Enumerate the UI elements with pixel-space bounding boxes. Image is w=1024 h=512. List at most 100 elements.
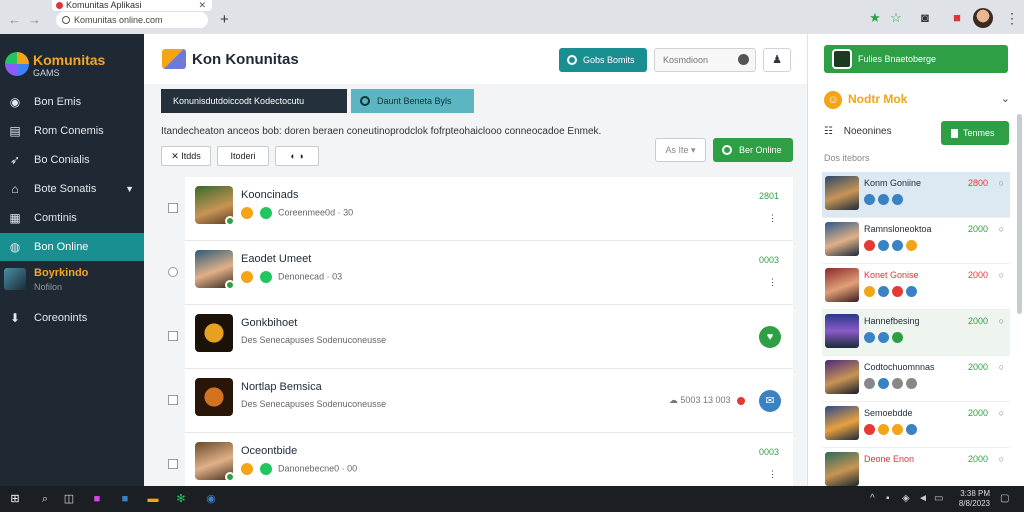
item-menu-icon[interactable]: ○ (999, 362, 1004, 372)
sidebar-item-coreonints[interactable]: ⬇ Coreonints (0, 304, 144, 332)
avatar (825, 360, 859, 394)
search-box[interactable] (654, 48, 756, 72)
profile-avatar[interactable] (973, 8, 993, 28)
search-icon[interactable]: ⌕ (38, 492, 52, 506)
header-action-button[interactable]: Gobs Bomits (559, 48, 647, 72)
avatar (195, 314, 233, 352)
app-icon[interactable]: ■ (118, 492, 132, 506)
sidebar-item-conialis[interactable]: ➶ Bo Conialis (0, 146, 144, 174)
list-item[interactable]: Eaodet Umeet Denonecad · 03 0003 ⋮ (168, 241, 793, 305)
themes-button[interactable]: Tenmes (941, 121, 1009, 145)
list-item[interactable]: Kooncinads Coreenmee0d · 30 2801 ⋮ (168, 177, 793, 241)
filter-button-2[interactable]: Itoderi (217, 146, 269, 166)
message-icon[interactable]: ✉ (759, 390, 781, 412)
filter-button-1[interactable]: ✕ Itdds (161, 146, 211, 166)
sidebar-item-label: Bo Conialis (34, 154, 90, 166)
clock[interactable]: 3:38 PM 8/8/2023 (954, 489, 990, 509)
row-value: 0003 (758, 447, 779, 457)
new-tab-button[interactable]: + (220, 11, 229, 28)
battery-icon[interactable]: ▭ (934, 493, 943, 504)
row-checkbox[interactable] (168, 203, 178, 213)
row-radio[interactable] (168, 267, 178, 277)
row-meta-text: Coreenmee0d · 30 (278, 207, 354, 218)
item-icons (864, 424, 920, 438)
item-menu-icon[interactable]: ○ (999, 270, 1004, 280)
sidebar-item-emis[interactable]: ◉ Bon Emis (0, 88, 144, 116)
list-label: Dos itebors (824, 153, 870, 163)
list-item[interactable]: Konet Gonise 2000 ○ (822, 264, 1010, 310)
brand-name: Komunitas (33, 52, 106, 68)
avatar (825, 314, 859, 348)
notifications-icon[interactable]: ▢ (1000, 493, 1009, 504)
sort-dropdown[interactable]: As Ite ▾ (655, 138, 706, 162)
item-name: Deone Enon (864, 454, 915, 464)
back-icon[interactable]: ← (8, 12, 21, 27)
list-item[interactable]: Semoebdde 2000 ○ (822, 402, 1010, 448)
item-menu-icon[interactable]: ○ (999, 224, 1004, 234)
app-icon[interactable]: ■ (90, 492, 104, 506)
tab-secondary[interactable]: Daunt Beneta Byls (351, 89, 474, 113)
top-action-button[interactable]: Fulies Bnaetoberge (824, 45, 1008, 73)
chevron-down-icon: ▼ (125, 184, 134, 194)
clock-date: 8/8/2023 (958, 499, 990, 508)
list-item[interactable]: Codtochuomnnas 2000 ○ (822, 356, 1010, 402)
table-icon: ▤ (9, 124, 21, 138)
row-checkbox[interactable] (168, 331, 178, 341)
online-button[interactable]: Ber Online (713, 138, 793, 162)
app-icon[interactable]: ✻ (174, 492, 188, 506)
forward-icon[interactable]: → (28, 12, 41, 27)
search-input[interactable] (663, 55, 741, 65)
avatar (825, 406, 859, 440)
star-icon[interactable]: ★ (868, 11, 882, 25)
top-action-label: Fulies Bnaetoberge (858, 54, 937, 64)
row-menu-icon[interactable]: ⋮ (768, 469, 777, 480)
chevron-down-icon[interactable]: ⌄ (1001, 92, 1010, 105)
item-menu-icon[interactable]: ○ (999, 178, 1004, 188)
brand[interactable]: Komunitas GAMS (5, 50, 141, 80)
windows-start-icon[interactable]: ⊞ (8, 492, 22, 506)
sidebar-item-comtinis[interactable]: ▦ Comtinis (0, 204, 144, 232)
browser-icon[interactable]: ◉ (204, 492, 218, 506)
row-menu-icon[interactable]: ⋮ (768, 277, 777, 288)
search-icon[interactable] (738, 54, 749, 65)
list-item[interactable]: Ramnsloneoktoa 2000 ○ (822, 218, 1010, 264)
right-panel: Fulies Bnaetoberge ☺ Nodtr Mok ⌄ ☷ Noeon… (807, 34, 1024, 494)
item-menu-icon[interactable]: ○ (999, 316, 1004, 326)
section-header[interactable]: ☺ Nodtr Mok ⌄ (824, 89, 1010, 113)
row-checkbox[interactable] (168, 395, 178, 405)
network-icon[interactable]: ◈ (902, 493, 910, 504)
extension-icon[interactable]: ■ (950, 11, 964, 25)
row-checkbox[interactable] (168, 459, 178, 469)
sidebar-item-online[interactable]: ◍ Bon Online (0, 233, 144, 261)
list-item[interactable]: Hannefbesing 2000 ○ (822, 310, 1010, 356)
list-item[interactable]: Konm Goniine 2800 ○ (822, 172, 1010, 218)
sidebar-item-sonatis[interactable]: ⌂ Bote Sonatis ▼ (0, 175, 144, 203)
toggle-button[interactable]: ◐ ◑ (275, 146, 319, 166)
user-button[interactable]: ♟ (763, 48, 791, 72)
row-menu-icon[interactable]: ⋮ (768, 213, 777, 224)
sidebar-user[interactable]: Boyrkindo Nofilon (0, 262, 144, 298)
item-menu-icon[interactable]: ○ (999, 454, 1004, 464)
tray-icon[interactable]: ▪ (886, 493, 890, 504)
task-view-icon[interactable]: ◫ (62, 492, 76, 506)
list-item[interactable]: Gonkbihoet Des Senecapuses Sodenuconeuss… (168, 305, 793, 369)
folder-icon[interactable]: ▬ (146, 492, 160, 506)
globe-icon: ◍ (9, 240, 21, 254)
close-tab-icon[interactable]: ✕ (198, 0, 206, 11)
tab-primary[interactable]: Konunisdutdoiccodt Kodectocutu (161, 89, 347, 113)
browser-menu-icon[interactable]: ⋮ (1005, 10, 1019, 27)
browser-tab[interactable]: Komunitas Aplikasi ✕ (52, 0, 212, 11)
heart-icon[interactable]: ♥ (759, 326, 781, 348)
scrollbar[interactable] (1017, 114, 1022, 314)
left-sidebar: Komunitas GAMS ◉ Bon Emis ▤ Rom Conemis … (0, 34, 144, 486)
sidebar-item-conemis[interactable]: ▤ Rom Conemis (0, 117, 144, 145)
item-menu-icon[interactable]: ○ (999, 408, 1004, 418)
list-item[interactable]: Nortlap Bemsica Des Senecapuses Sodenuco… (168, 369, 793, 433)
tray-chevron-icon[interactable]: ^ (870, 493, 875, 504)
address-bar[interactable]: Komunitas online.com (56, 12, 208, 28)
volume-icon[interactable]: ◄ (918, 493, 928, 504)
bookmark-star-icon[interactable]: ☆ (889, 11, 903, 25)
screenshot-icon[interactable]: ◙ (918, 11, 932, 25)
user-avatar (4, 268, 26, 290)
item-icons (864, 378, 920, 392)
